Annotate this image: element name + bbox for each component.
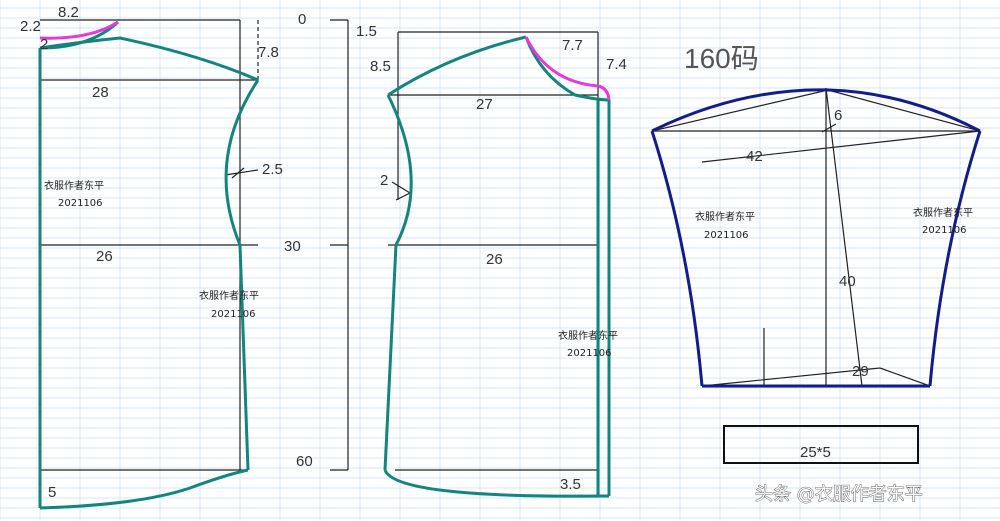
sleeve-bicep-width-label: 42: [746, 148, 763, 165]
front-waist-width-label: 26: [486, 251, 503, 268]
back-neck-width-label: 8.2: [58, 4, 79, 21]
watermark-date: 2021106: [567, 348, 612, 359]
back-armhole-curve-label: 2.5: [262, 161, 283, 178]
watermark-date: 2021106: [922, 225, 967, 236]
ruler-thirty-label: 30: [284, 238, 301, 255]
watermark-name: 衣服作者东平: [558, 329, 618, 342]
sleeve-cuff-width-label: 29: [852, 363, 869, 380]
watermark: 衣服作者东平 2021106: [44, 179, 104, 209]
back-waist-width-label: 26: [96, 248, 113, 265]
cuff-band-label: 25*5: [800, 444, 831, 461]
back-bodice-piece: [38, 19, 260, 510]
sleeve-measure-42: [701, 130, 981, 163]
front-shoulder-seam: [387, 35, 527, 97]
back-hem-curve-label: 5: [48, 484, 56, 501]
ruler-zero-label: 0: [298, 11, 306, 28]
watermark-name: 衣服作者东平: [44, 179, 104, 192]
pattern-drawing: 8.2 2.2 2 7.8 28 2.5 26 5 0 30 60 1.5 8.…: [0, 0, 1000, 521]
sleeve-cap-height-label: 6: [834, 107, 842, 124]
watermark: 衣服作者东平 2021106: [695, 210, 755, 241]
watermark-name: 衣服作者东平: [199, 289, 259, 302]
back-neck-depth-top-label: 2.2: [20, 18, 41, 35]
sleeve-cuff-diagonal-2: [879, 367, 931, 387]
sleeve-length-label: 40: [839, 273, 856, 290]
front-neck-top-label: 1.5: [356, 23, 377, 40]
sleeve-length-diagonal: [825, 87, 863, 387]
watermark-date: 2021106: [211, 309, 256, 320]
front-neck-depth-label: 7.4: [606, 56, 627, 73]
back-neck-depth-label: 2: [40, 36, 48, 53]
front-armhole-curve-label: 2: [380, 172, 388, 189]
size-title: 160码: [684, 43, 759, 74]
front-shoulder-drop-label: 8.5: [370, 58, 391, 75]
credit-text: 头条 @衣服作者东平: [755, 484, 923, 505]
sleeve-piece: [650, 87, 982, 388]
sleeve-cap-diagonal-left: [651, 89, 829, 132]
back-shoulder-drop-label: 7.8: [258, 44, 279, 61]
watermark-name: 衣服作者东平: [913, 206, 973, 219]
front-neck-width-label: 7.7: [562, 37, 583, 54]
watermark: 衣服作者东平 2021106: [199, 289, 259, 320]
back-hem-curve: [39, 468, 249, 510]
sleeve-cap-curve: [651, 88, 981, 133]
watermark-date: 2021106: [704, 230, 749, 241]
back-chest-width-label: 28: [92, 84, 109, 101]
watermark-date: 2021106: [58, 198, 103, 209]
ruler-sixty-label: 60: [296, 453, 313, 470]
front-placket-label: 3.5: [560, 476, 581, 493]
front-chest-width-label: 27: [476, 96, 493, 113]
watermark: 衣服作者东平 2021106: [913, 206, 973, 236]
sleeve-cap-diagonal-right: [827, 89, 981, 132]
watermark-name: 衣服作者东平: [695, 210, 755, 223]
